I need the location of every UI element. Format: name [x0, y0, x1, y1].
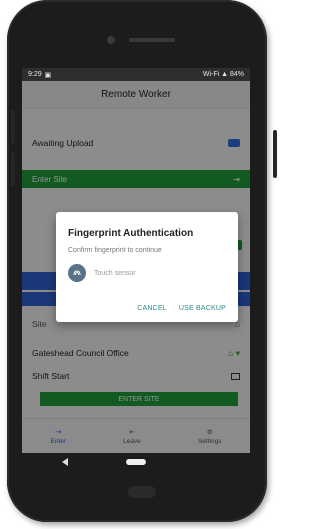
screen: 9:29 ▣ Wi-Fi ▲ 84% Remote Worker Awaitin… [22, 68, 250, 453]
use-backup-button[interactable]: USE BACKUP [179, 305, 226, 312]
notification-icon: ▣ [44, 71, 52, 79]
volume-up-button [11, 110, 15, 144]
touch-sensor-row: Touch sensor [68, 264, 226, 282]
touch-hint: Touch sensor [94, 269, 136, 277]
status-bar: 9:29 ▣ Wi-Fi ▲ 84% [22, 68, 250, 81]
dialog-actions: CANCEL USE BACKUP [137, 305, 226, 312]
fingerprint-icon [68, 264, 86, 282]
hardware-home-key [128, 486, 156, 498]
fingerprint-dialog: Fingerprint Authentication Confirm finge… [56, 212, 238, 322]
android-nav-bar [22, 453, 250, 471]
back-icon[interactable] [62, 458, 68, 466]
dialog-subtitle: Confirm fingerprint to continue [68, 247, 162, 254]
power-button [273, 130, 277, 178]
recents-icon[interactable] [204, 459, 210, 465]
earpiece-speaker [129, 38, 175, 42]
front-camera [107, 36, 115, 44]
cancel-button[interactable]: CANCEL [137, 305, 167, 312]
status-right-text: Wi-Fi ▲ 84% [202, 71, 244, 78]
status-time: 9:29 [28, 71, 42, 78]
volume-down-button [11, 152, 15, 186]
home-pill-icon[interactable] [126, 459, 146, 465]
dialog-title: Fingerprint Authentication [68, 228, 194, 239]
